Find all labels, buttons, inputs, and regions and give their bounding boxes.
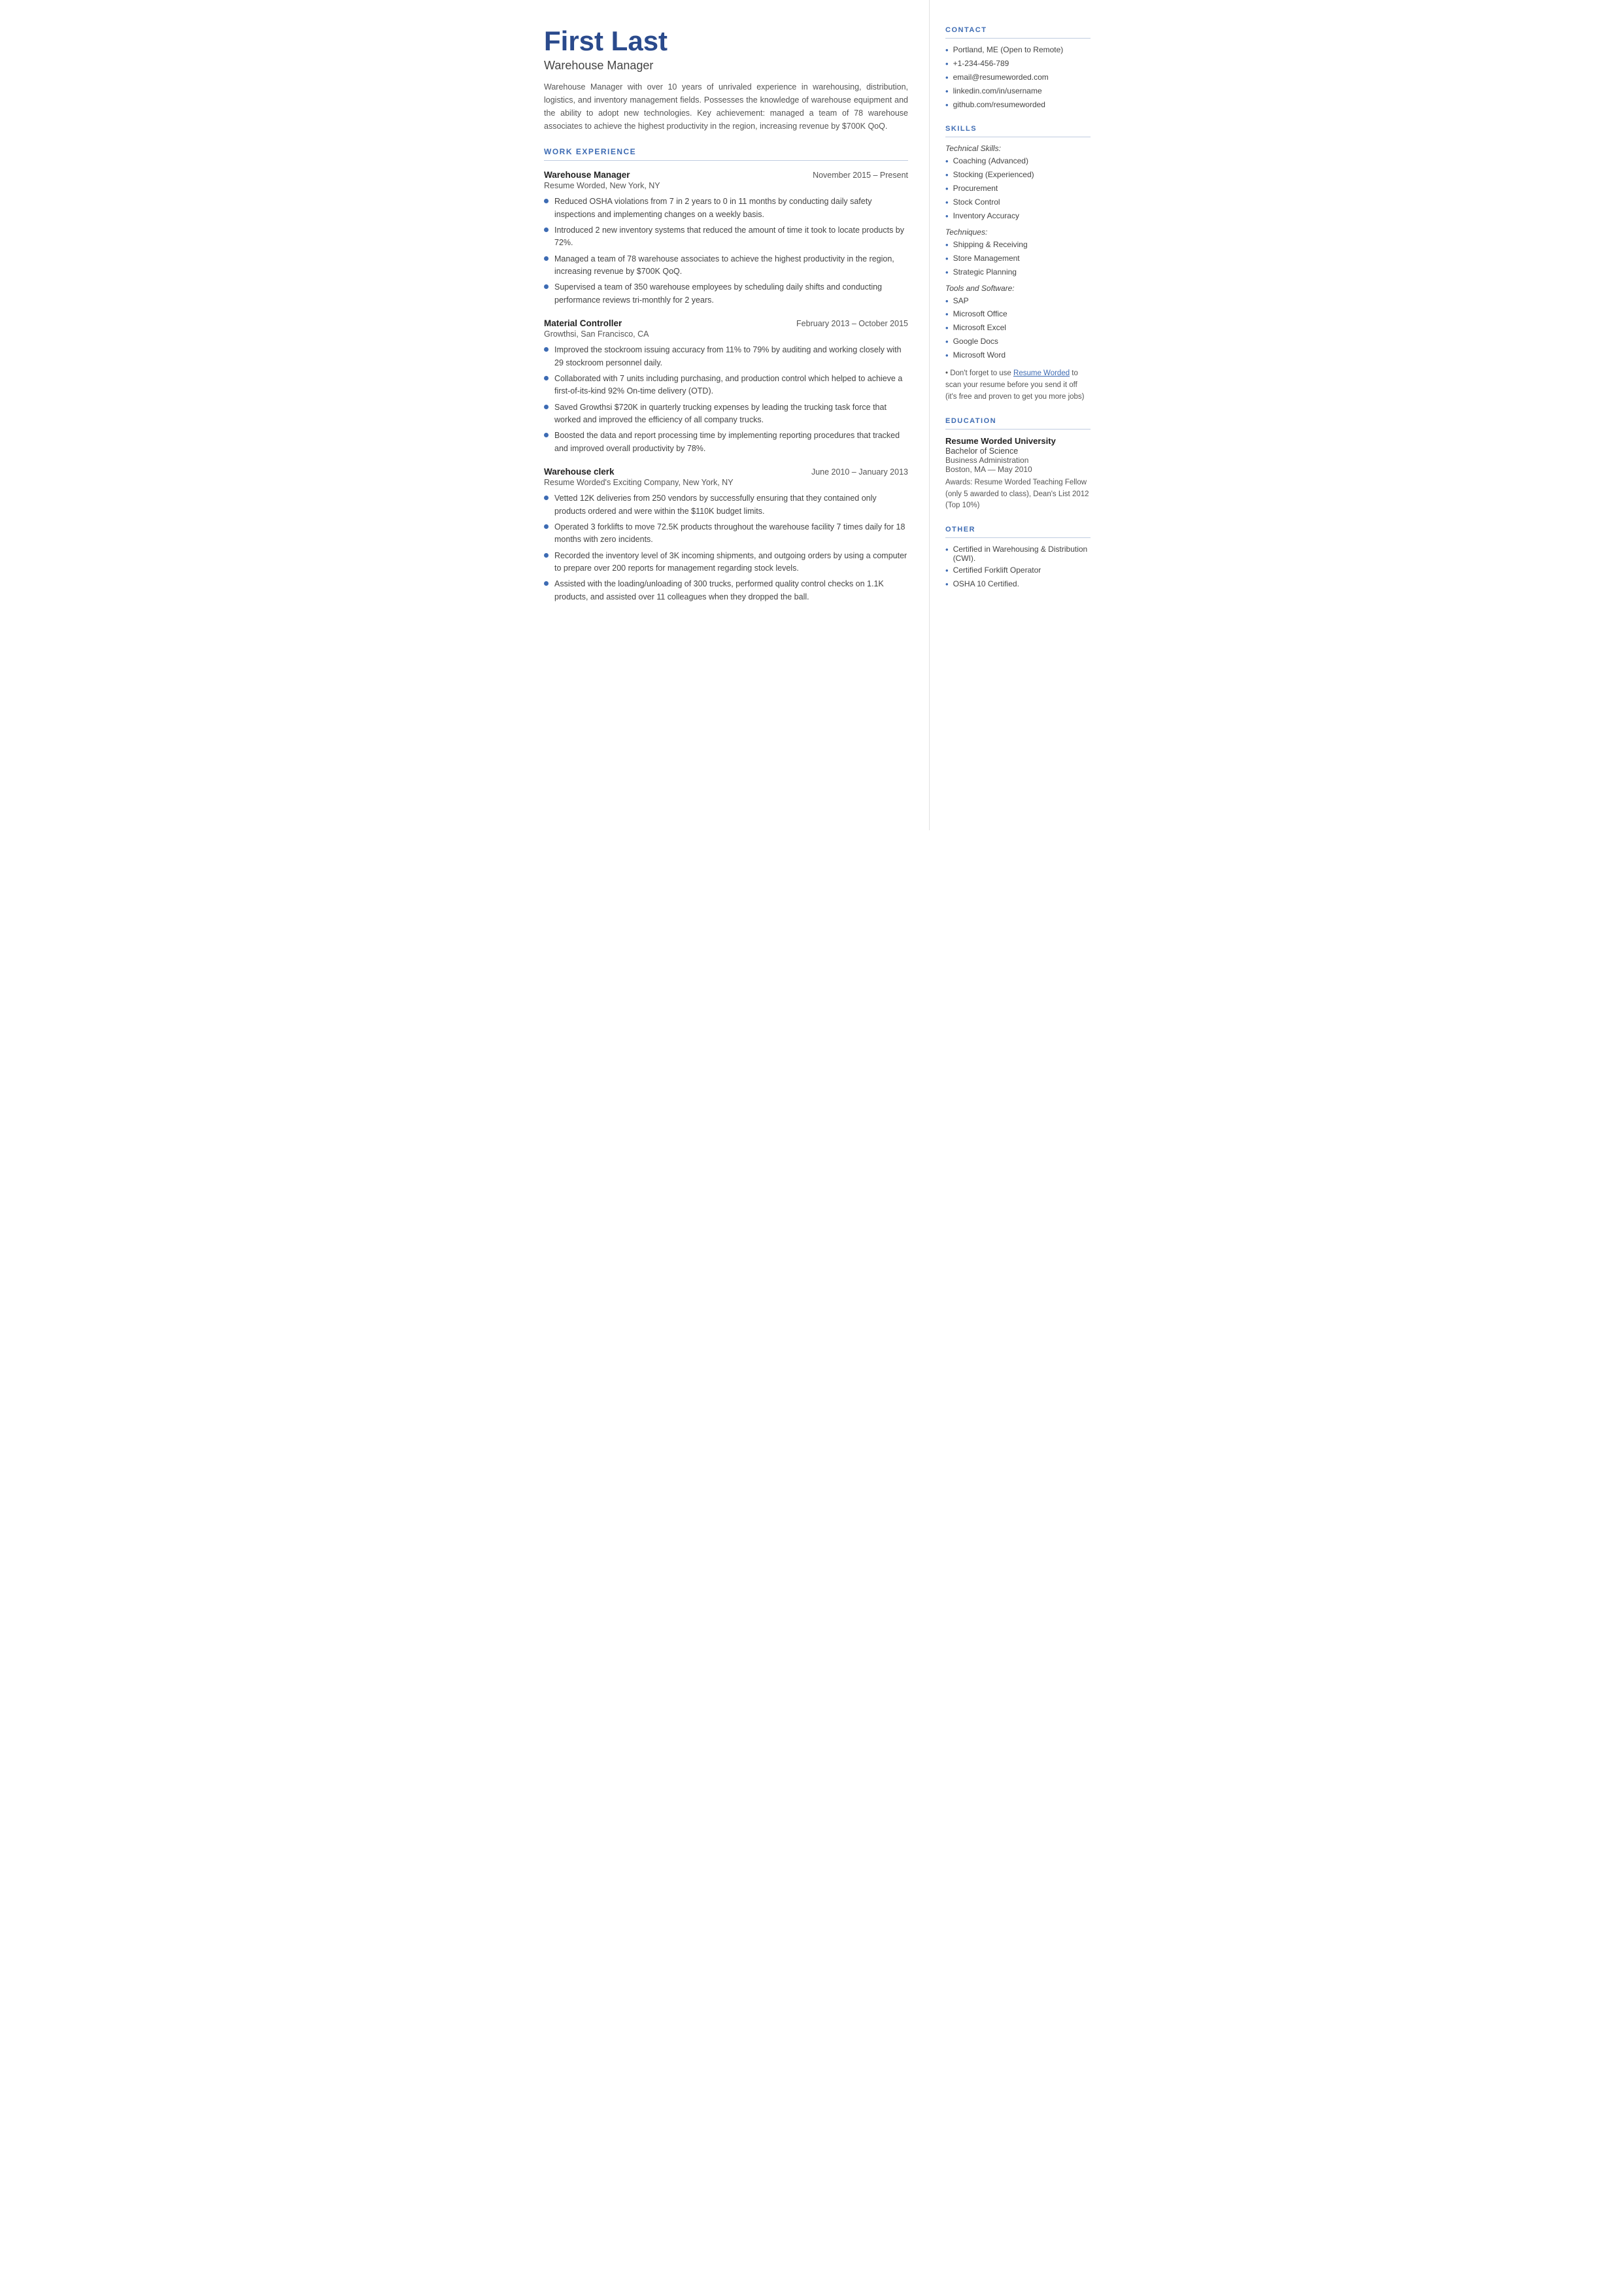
contact-phone: +1-234-456-789 bbox=[945, 59, 1091, 70]
job-2-company: Growthsi, San Francisco, CA bbox=[544, 329, 908, 339]
skills-section: SKILLS Technical Skills: Coaching (Advan… bbox=[945, 125, 1091, 403]
edu-university: Resume Worded University bbox=[945, 436, 1091, 446]
job-1-header: Warehouse Manager November 2015 – Presen… bbox=[544, 170, 908, 180]
skill-coaching: Coaching (Advanced) bbox=[945, 156, 1091, 167]
bullet-icon bbox=[544, 524, 549, 529]
technical-skills-label: Technical Skills: bbox=[945, 144, 1091, 153]
technique-shipping: Shipping & Receiving bbox=[945, 240, 1091, 251]
skill-inventory-accuracy: Inventory Accuracy bbox=[945, 211, 1091, 222]
bullet-icon bbox=[544, 228, 549, 232]
bullet-icon bbox=[544, 433, 549, 437]
bullet-icon bbox=[544, 256, 549, 261]
contact-github: github.com/resumeworded bbox=[945, 100, 1091, 111]
education-label: EDUCATION bbox=[945, 417, 1091, 425]
left-column: First Last Warehouse Manager Warehouse M… bbox=[518, 0, 930, 830]
job-3-header: Warehouse clerk June 2010 – January 2013 bbox=[544, 467, 908, 477]
work-experience-title: WORK EXPERIENCE bbox=[544, 147, 908, 156]
contact-linkedin: linkedin.com/in/username bbox=[945, 86, 1091, 97]
tool-sap: SAP bbox=[945, 296, 1091, 307]
job-1: Warehouse Manager November 2015 – Presen… bbox=[544, 170, 908, 307]
job-2-bullet-4: Boosted the data and report processing t… bbox=[544, 430, 908, 455]
contact-list: Portland, ME (Open to Remote) +1-234-456… bbox=[945, 45, 1091, 110]
job-2-bullet-1: Improved the stockroom issuing accuracy … bbox=[544, 344, 908, 369]
tool-googledocs: Google Docs bbox=[945, 337, 1091, 348]
job-3-bullet-2: Operated 3 forklifts to move 72.5K produ… bbox=[544, 521, 908, 547]
bullet-icon bbox=[544, 405, 549, 409]
job-2-title: Material Controller bbox=[544, 318, 622, 328]
job-3-dates: June 2010 – January 2013 bbox=[811, 467, 908, 477]
job-3-bullet-3: Recorded the inventory level of 3K incom… bbox=[544, 550, 908, 575]
tool-msoffice: Microsoft Office bbox=[945, 309, 1091, 320]
job-2-bullet-2: Collaborated with 7 units including purc… bbox=[544, 373, 908, 398]
header-summary: Warehouse Manager with over 10 years of … bbox=[544, 80, 908, 133]
skill-stocking: Stocking (Experienced) bbox=[945, 170, 1091, 181]
bullet-icon bbox=[544, 581, 549, 586]
other-list: Certified in Warehousing & Distribution … bbox=[945, 545, 1091, 590]
contact-section: CONTACT Portland, ME (Open to Remote) +1… bbox=[945, 26, 1091, 110]
skill-procurement: Procurement bbox=[945, 184, 1091, 195]
technique-strategic: Strategic Planning bbox=[945, 267, 1091, 278]
job-2-header: Material Controller February 2013 – Octo… bbox=[544, 318, 908, 328]
techniques-label: Techniques: bbox=[945, 228, 1091, 237]
other-label: OTHER bbox=[945, 526, 1091, 533]
bullet-icon bbox=[544, 347, 549, 352]
job-1-bullet-1: Reduced OSHA violations from 7 in 2 year… bbox=[544, 195, 908, 221]
job-3-bullets: Vetted 12K deliveries from 250 vendors b… bbox=[544, 492, 908, 603]
contact-location: Portland, ME (Open to Remote) bbox=[945, 45, 1091, 56]
work-divider bbox=[544, 160, 908, 161]
header-name: First Last bbox=[544, 26, 908, 56]
tool-msword: Microsoft Word bbox=[945, 350, 1091, 362]
bullet-icon bbox=[544, 199, 549, 203]
techniques-list: Shipping & Receiving Store Management St… bbox=[945, 240, 1091, 278]
promo-text: • Don't forget to use Resume Worded to s… bbox=[945, 368, 1091, 403]
other-osha: OSHA 10 Certified. bbox=[945, 579, 1091, 590]
job-3-bullet-4: Assisted with the loading/unloading of 3… bbox=[544, 578, 908, 603]
edu-field: Business Administration bbox=[945, 456, 1091, 465]
contact-email: email@resumeworded.com bbox=[945, 73, 1091, 84]
other-section: OTHER Certified in Warehousing & Distrib… bbox=[945, 526, 1091, 590]
bullet-icon bbox=[544, 553, 549, 558]
skill-stock-control: Stock Control bbox=[945, 197, 1091, 209]
job-3-company: Resume Worded's Exciting Company, New Yo… bbox=[544, 478, 908, 487]
edu-degree: Bachelor of Science bbox=[945, 447, 1091, 456]
tools-list: SAP Microsoft Office Microsoft Excel Goo… bbox=[945, 296, 1091, 362]
promo-before: • Don't forget to use bbox=[945, 369, 1013, 377]
other-forklift: Certified Forklift Operator bbox=[945, 565, 1091, 577]
bullet-icon bbox=[544, 496, 549, 500]
job-2-dates: February 2013 – October 2015 bbox=[796, 319, 908, 328]
edu-awards: Awards: Resume Worded Teaching Fellow (o… bbox=[945, 477, 1091, 511]
other-divider bbox=[945, 537, 1091, 538]
header-title: Warehouse Manager bbox=[544, 59, 908, 73]
job-1-bullet-4: Supervised a team of 350 warehouse emplo… bbox=[544, 281, 908, 307]
job-1-bullet-2: Introduced 2 new inventory systems that … bbox=[544, 224, 908, 250]
education-section: EDUCATION Resume Worded University Bache… bbox=[945, 417, 1091, 511]
job-3-bullet-1: Vetted 12K deliveries from 250 vendors b… bbox=[544, 492, 908, 518]
promo-link[interactable]: Resume Worded bbox=[1013, 369, 1070, 377]
technical-skills-list: Coaching (Advanced) Stocking (Experience… bbox=[945, 156, 1091, 222]
work-experience-section: WORK EXPERIENCE Warehouse Manager Novemb… bbox=[544, 147, 908, 603]
technique-store: Store Management bbox=[945, 254, 1091, 265]
tools-label: Tools and Software: bbox=[945, 284, 1091, 293]
skills-label: SKILLS bbox=[945, 125, 1091, 133]
job-1-bullets: Reduced OSHA violations from 7 in 2 year… bbox=[544, 195, 908, 307]
bullet-icon bbox=[544, 284, 549, 289]
edu-location: Boston, MA — May 2010 bbox=[945, 465, 1091, 474]
job-1-bullet-3: Managed a team of 78 warehouse associate… bbox=[544, 253, 908, 278]
education-divider bbox=[945, 429, 1091, 430]
job-2-bullet-3: Saved Growthsi $720K in quarterly trucki… bbox=[544, 401, 908, 427]
job-2: Material Controller February 2013 – Octo… bbox=[544, 318, 908, 455]
contact-label: CONTACT bbox=[945, 26, 1091, 34]
job-2-bullets: Improved the stockroom issuing accuracy … bbox=[544, 344, 908, 455]
job-1-title: Warehouse Manager bbox=[544, 170, 630, 180]
bullet-icon bbox=[544, 376, 549, 380]
right-column: CONTACT Portland, ME (Open to Remote) +1… bbox=[930, 0, 1106, 830]
job-1-dates: November 2015 – Present bbox=[813, 171, 908, 180]
job-1-company: Resume Worded, New York, NY bbox=[544, 181, 908, 190]
resume-page: First Last Warehouse Manager Warehouse M… bbox=[518, 0, 1106, 830]
tool-excel: Microsoft Excel bbox=[945, 323, 1091, 334]
job-3-title: Warehouse clerk bbox=[544, 467, 615, 477]
contact-divider bbox=[945, 38, 1091, 39]
other-cwi: Certified in Warehousing & Distribution … bbox=[945, 545, 1091, 563]
job-3: Warehouse clerk June 2010 – January 2013… bbox=[544, 467, 908, 603]
